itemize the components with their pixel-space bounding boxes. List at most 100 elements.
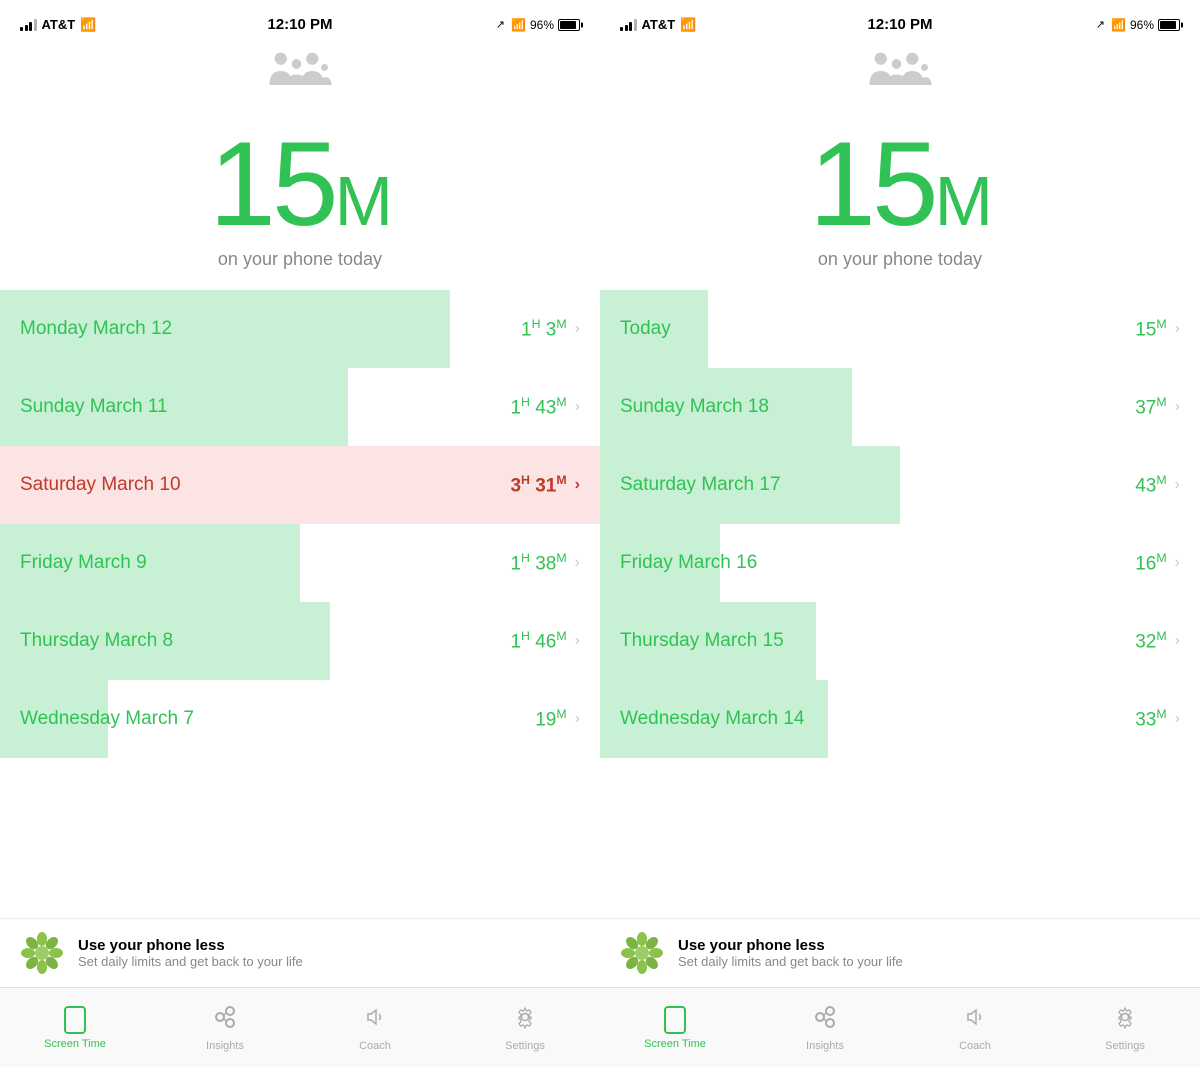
status-right-1: ↗ 📶 96% xyxy=(496,18,580,32)
coach-text-1: Use your phone less Set daily limits and… xyxy=(78,937,303,969)
coach-subtitle-1: Set daily limits and get back to your li… xyxy=(78,954,303,969)
chevron-icon: › xyxy=(1175,632,1180,650)
family-icon-1 xyxy=(0,44,600,104)
battery-pct-1: 96% xyxy=(530,18,554,32)
battery-pct-2: 96% xyxy=(1130,18,1154,32)
day-row[interactable]: Saturday March 1743M› xyxy=(600,446,1200,524)
nav-item-settings[interactable]: Settings xyxy=(1050,988,1200,1067)
day-time-value: 3H 31M xyxy=(510,473,566,497)
bluetooth-icon-2: 📶 xyxy=(1111,18,1126,32)
day-row[interactable]: Sunday March 1837M› xyxy=(600,368,1200,446)
day-time: 43M› xyxy=(1135,473,1180,497)
status-right-2: ↗ 📶 96% xyxy=(1096,18,1180,32)
bottom-nav-1: Screen Time Insights Coach Settings xyxy=(0,987,600,1067)
status-bar-1: AT&T 📶 12:10 PM ↗ 📶 96% xyxy=(0,0,600,44)
day-row[interactable]: Saturday March 103H 31M › xyxy=(0,446,600,524)
coach-banner-2[interactable]: Use your phone less Set daily limits and… xyxy=(600,918,1200,987)
day-label: Friday March 9 xyxy=(20,552,510,574)
day-time: 1H 3M› xyxy=(521,317,580,341)
coach-flower-icon-1 xyxy=(20,931,64,975)
day-time: 3H 31M › xyxy=(510,473,580,497)
big-time-unit-1: M xyxy=(335,162,391,240)
nav-label: Settings xyxy=(505,1040,545,1052)
day-row[interactable]: Today15M› xyxy=(600,290,1200,368)
carrier-label-1: AT&T xyxy=(42,17,76,32)
day-label: Thursday March 15 xyxy=(620,630,1135,652)
day-time-value: 16M xyxy=(1135,551,1166,575)
chevron-icon: › xyxy=(1175,710,1180,728)
battery-fill-2 xyxy=(1160,21,1176,29)
chevron-icon: › xyxy=(575,710,580,728)
wifi-icon-2: 📶 xyxy=(680,17,696,33)
day-time-value: 19M xyxy=(535,707,566,731)
nav-item-coach[interactable]: Coach xyxy=(900,988,1050,1067)
status-bar-2: AT&T 📶 12:10 PM ↗ 📶 96% xyxy=(600,0,1200,44)
phone-screen-1: AT&T 📶 12:10 PM ↗ 📶 96% xyxy=(0,0,600,1067)
nav-label: Settings xyxy=(1105,1040,1145,1052)
day-label: Today xyxy=(620,318,1135,340)
day-row[interactable]: Thursday March 1532M› xyxy=(600,602,1200,680)
day-row[interactable]: Friday March 1616M› xyxy=(600,524,1200,602)
bluetooth-icon-1: 📶 xyxy=(511,18,526,32)
chevron-icon: › xyxy=(1175,320,1180,338)
coach-text-2: Use your phone less Set daily limits and… xyxy=(678,937,903,969)
day-row[interactable]: Wednesday March 719M› xyxy=(0,680,600,758)
nav-item-insights[interactable]: Insights xyxy=(150,988,300,1067)
day-time-value: 33M xyxy=(1135,707,1166,731)
day-row[interactable]: Sunday March 111H 43M› xyxy=(0,368,600,446)
location-icon-2: ↗ xyxy=(1096,18,1105,31)
big-time-2: 15M xyxy=(809,124,991,244)
carrier-label-2: AT&T xyxy=(642,17,676,32)
bottom-nav-2: Screen Time Insights Coach Settings xyxy=(600,987,1200,1067)
coach-banner-1[interactable]: Use your phone less Set daily limits and… xyxy=(0,918,600,987)
day-label: Sunday March 18 xyxy=(620,396,1135,418)
nav-item-insights[interactable]: Insights xyxy=(750,988,900,1067)
day-time: 16M › xyxy=(1135,551,1180,575)
days-list-2: Today15M›Sunday March 1837M›Saturday Mar… xyxy=(600,290,1200,918)
day-row[interactable]: Monday March 121H 3M› xyxy=(0,290,600,368)
day-row[interactable]: Friday March 91H 38M› xyxy=(0,524,600,602)
chevron-icon: › xyxy=(575,476,580,494)
battery-icon-1 xyxy=(558,19,580,31)
big-time-1: 15M xyxy=(209,124,391,244)
signal-bars-2 xyxy=(620,19,637,31)
insights-icon xyxy=(812,1004,838,1030)
day-time: 15M› xyxy=(1135,317,1180,341)
big-time-number-1: 15 xyxy=(209,117,334,251)
time-label-2: 12:10 PM xyxy=(867,16,932,33)
chevron-icon: › xyxy=(1175,476,1180,494)
wifi-icon-1: 📶 xyxy=(80,17,96,33)
coach-icon xyxy=(962,1004,988,1030)
chevron-icon: › xyxy=(1175,554,1180,572)
settings-icon xyxy=(1112,1004,1138,1030)
chevron-icon: › xyxy=(1175,398,1180,416)
time-subtitle-1: on your phone today xyxy=(218,249,382,270)
days-list-1: Monday March 121H 3M›Sunday March 111H 4… xyxy=(0,290,600,918)
nav-item-screen-time[interactable]: Screen Time xyxy=(0,988,150,1067)
chevron-icon: › xyxy=(575,398,580,416)
time-display-1: 15M on your phone today xyxy=(0,104,600,290)
day-time-value: 1H 46M xyxy=(510,629,566,653)
location-icon-1: ↗ xyxy=(496,18,505,31)
day-time: 19M › xyxy=(535,707,580,731)
day-label: Saturday March 10 xyxy=(20,474,510,496)
coach-title-2: Use your phone less xyxy=(678,937,903,954)
nav-label: Insights xyxy=(206,1040,244,1052)
nav-label: Screen Time xyxy=(644,1038,706,1050)
screen-time-icon-active xyxy=(64,1006,86,1034)
big-time-unit-2: M xyxy=(935,162,991,240)
day-row[interactable]: Thursday March 81H 46M› xyxy=(0,602,600,680)
day-row[interactable]: Wednesday March 1433M› xyxy=(600,680,1200,758)
day-label: Thursday March 8 xyxy=(20,630,510,652)
coach-title-1: Use your phone less xyxy=(78,937,303,954)
chevron-icon: › xyxy=(575,554,580,572)
nav-item-coach[interactable]: Coach xyxy=(300,988,450,1067)
day-label: Monday March 12 xyxy=(20,318,521,340)
nav-label: Coach xyxy=(959,1040,991,1052)
nav-item-settings[interactable]: Settings xyxy=(450,988,600,1067)
coach-flower-icon-2 xyxy=(620,931,664,975)
battery-fill-1 xyxy=(560,21,576,29)
family-icon-2 xyxy=(600,44,1200,104)
status-left-2: AT&T 📶 xyxy=(620,17,696,33)
nav-item-screen-time[interactable]: Screen Time xyxy=(600,988,750,1067)
